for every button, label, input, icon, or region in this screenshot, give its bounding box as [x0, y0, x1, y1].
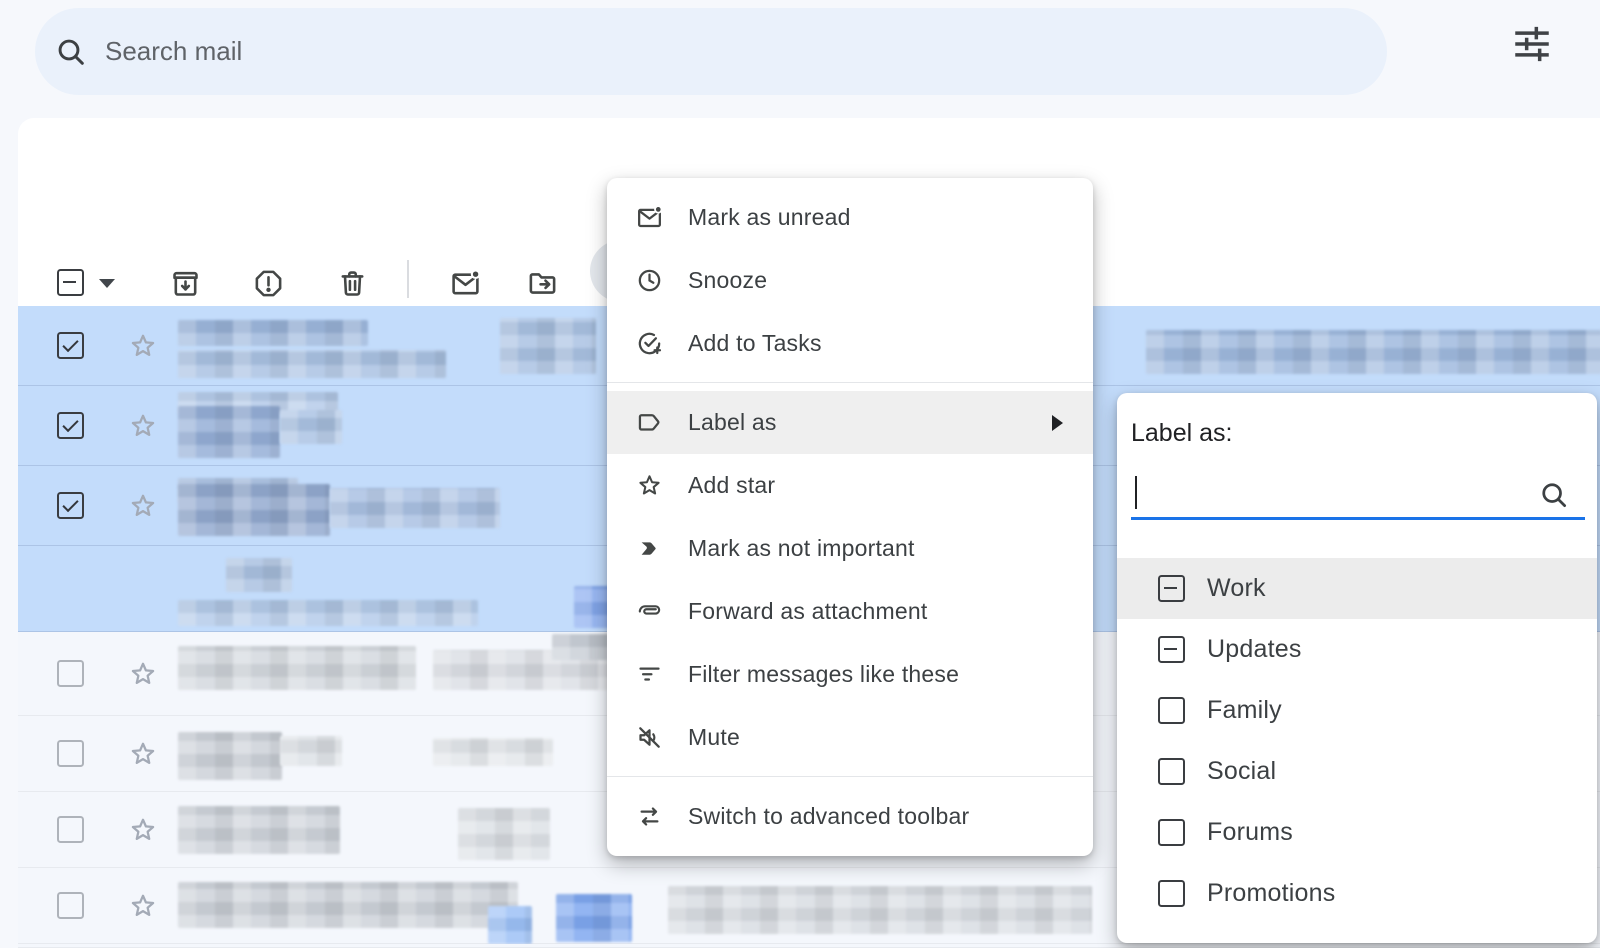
- row-checkbox[interactable]: [57, 660, 84, 687]
- star-icon[interactable]: [128, 891, 158, 921]
- menu-item[interactable]: Forward as attachment: [607, 580, 1093, 643]
- label-as-submenu: Label as: Work Updates Family Social For…: [1117, 393, 1597, 943]
- star-icon[interactable]: [128, 659, 158, 689]
- menu-item[interactable]: Filter messages like these: [607, 643, 1093, 706]
- label-checkbox[interactable]: [1158, 758, 1185, 785]
- submenu-arrow-icon: [1052, 415, 1063, 431]
- label-search-input[interactable]: [1131, 465, 1585, 520]
- redacted-email-content: [556, 894, 632, 942]
- redacted-email-content: [1146, 330, 1600, 374]
- label-as-title: Label as:: [1131, 419, 1232, 448]
- menu-item[interactable]: Add star: [607, 454, 1093, 517]
- forward-attachment-icon: [636, 598, 663, 625]
- label-checkbox[interactable]: [1158, 697, 1185, 724]
- label-icon: [636, 409, 663, 436]
- redacted-email-content: [178, 882, 518, 928]
- label-checkbox[interactable]: [1158, 819, 1185, 846]
- search-input[interactable]: Search mail: [105, 36, 1387, 67]
- search-icon: [55, 36, 87, 68]
- star-icon[interactable]: [128, 815, 158, 845]
- star-icon[interactable]: [128, 411, 158, 441]
- mute-icon: [636, 724, 663, 751]
- mark-unread-icon: [636, 204, 663, 231]
- label-checkbox[interactable]: [1158, 575, 1185, 602]
- switch-toolbar-icon: [636, 803, 663, 830]
- menu-item[interactable]: Switch to advanced toolbar: [607, 785, 1093, 848]
- filter-icon: [636, 661, 663, 688]
- not-important-icon: [636, 535, 663, 562]
- row-checkbox[interactable]: [57, 412, 84, 439]
- redacted-email-content: [178, 406, 280, 458]
- redacted-email-content: [178, 806, 340, 854]
- redacted-email-content: [178, 484, 330, 536]
- redacted-email-content: [433, 738, 553, 766]
- label-checkbox[interactable]: [1158, 880, 1185, 907]
- menu-divider: [607, 776, 1093, 777]
- more-menu: Mark as unread Snooze Add to Tasks Label…: [607, 178, 1093, 856]
- star-icon[interactable]: [128, 491, 158, 521]
- redacted-email-content: [178, 646, 416, 690]
- menu-divider: [607, 382, 1093, 383]
- label-checkbox[interactable]: [1158, 636, 1185, 663]
- snooze-icon: [636, 267, 663, 294]
- label-list: Work Updates Family Social Forums Promot…: [1117, 558, 1597, 924]
- tune-icon[interactable]: [1512, 24, 1552, 64]
- menu-item[interactable]: Label as: [607, 391, 1093, 454]
- email-row[interactable]: [18, 944, 1600, 948]
- redacted-email-content: [178, 350, 446, 378]
- add-star-icon: [636, 472, 663, 499]
- menu-item[interactable]: Mark as unread: [607, 186, 1093, 249]
- label-list-item[interactable]: Work: [1117, 558, 1597, 619]
- row-checkbox[interactable]: [57, 740, 84, 767]
- label-list-item[interactable]: Updates: [1117, 619, 1597, 680]
- star-icon[interactable]: [128, 331, 158, 361]
- row-checkbox[interactable]: [57, 332, 84, 359]
- redacted-email-content: [178, 600, 478, 626]
- redacted-email-content: [488, 906, 532, 944]
- menu-item[interactable]: Add to Tasks: [607, 312, 1093, 375]
- menu-item[interactable]: Mute: [607, 706, 1093, 769]
- redacted-email-content: [226, 558, 292, 592]
- menu-item[interactable]: Mark as not important: [607, 517, 1093, 580]
- redacted-email-content: [668, 886, 1092, 934]
- text-cursor: [1135, 476, 1137, 509]
- redacted-email-content: [178, 732, 282, 780]
- label-list-item[interactable]: Social: [1117, 741, 1597, 802]
- row-checkbox[interactable]: [57, 492, 84, 519]
- redacted-email-content: [178, 320, 368, 346]
- search-bar[interactable]: Search mail: [35, 8, 1387, 95]
- row-checkbox[interactable]: [57, 816, 84, 843]
- redacted-email-content: [500, 318, 596, 374]
- menu-item[interactable]: Snooze: [607, 249, 1093, 312]
- redacted-email-content: [458, 808, 550, 860]
- redacted-email-content: [280, 736, 342, 766]
- star-icon[interactable]: [128, 739, 158, 769]
- redacted-email-content: [330, 488, 500, 528]
- search-icon: [1539, 480, 1569, 510]
- row-checkbox[interactable]: [57, 892, 84, 919]
- label-list-item[interactable]: Forums: [1117, 802, 1597, 863]
- redacted-email-content: [280, 410, 342, 444]
- label-list-item[interactable]: Family: [1117, 680, 1597, 741]
- label-list-item[interactable]: Promotions: [1117, 863, 1597, 924]
- add-to-tasks-icon: [636, 330, 663, 357]
